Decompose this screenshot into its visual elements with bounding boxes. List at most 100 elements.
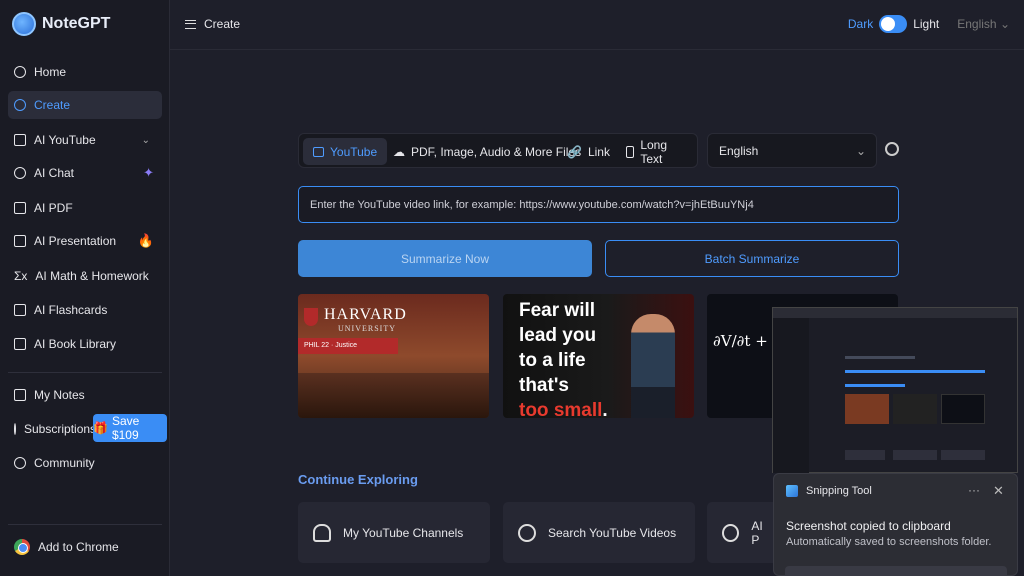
chat-icon <box>14 167 26 179</box>
add-to-chrome-button[interactable]: Add to Chrome <box>8 533 162 561</box>
tab-long-text[interactable]: Long Text <box>616 138 697 166</box>
theme-toggle[interactable] <box>879 15 908 33</box>
language-dropdown[interactable]: English ⌄ <box>957 17 1010 31</box>
sidebar-item-label: Subscriptions <box>24 422 97 436</box>
dollar-icon <box>14 423 16 435</box>
source-tabs: YouTube ☁ PDF, Image, Audio & More Files… <box>298 133 698 168</box>
presentation-icon <box>14 235 26 247</box>
tab-youtube[interactable]: YouTube <box>303 138 388 165</box>
save-badge-label: Save $109 <box>111 414 140 442</box>
sidebar-item-home[interactable]: Home <box>8 58 162 86</box>
sidebar-item-label: AI YouTube <box>34 133 96 147</box>
tab-link[interactable]: 🔗 Link <box>557 138 620 165</box>
book-icon <box>14 338 26 350</box>
top-bar: Create Dark Light English ⌄ <box>170 0 1024 50</box>
batch-summarize-button[interactable]: Batch Summarize <box>605 240 899 277</box>
create-breadcrumb[interactable]: Create <box>185 17 240 31</box>
speaker-image <box>631 314 675 418</box>
sidebar-item-label: AI Flashcards <box>34 303 108 317</box>
sidebar-item-ai-chat[interactable]: AI Chat ✦ <box>8 159 162 187</box>
sidebar-item-ai-book-library[interactable]: AI Book Library <box>8 330 162 358</box>
plus-circle-icon <box>14 99 26 111</box>
cloud-upload-icon: ☁ <box>393 144 405 159</box>
sidebar-item-create[interactable]: Create <box>8 91 162 119</box>
youtube-icon <box>14 134 26 146</box>
preview-row <box>941 450 985 460</box>
logo[interactable]: NoteGPT <box>12 12 110 36</box>
more-options-icon[interactable]: ··· <box>968 483 980 497</box>
notes-icon <box>14 389 26 401</box>
theme-switcher: Dark Light English ⌄ <box>848 15 1010 33</box>
podcast-icon <box>722 523 740 542</box>
thumbnail-title: HARVARD <box>324 306 407 323</box>
example-video-harvard[interactable]: HARVARD UNIVERSITY PHIL 22 · Justice <box>298 294 489 418</box>
sidebar-item-label: AI Math & Homework <box>35 269 149 283</box>
card-label: AI P <box>751 518 763 547</box>
my-youtube-channels-card[interactable]: My YouTube Channels <box>298 502 490 563</box>
screenshot-preview[interactable] <box>772 307 1018 473</box>
sparkle-badge-icon: ✦ <box>143 165 154 180</box>
sigma-icon: Σx <box>14 269 28 283</box>
chevron-down-icon[interactable]: ⌄ <box>142 135 150 146</box>
sidebar-item-community[interactable]: Community <box>8 449 162 477</box>
menu-icon[interactable] <box>185 19 196 29</box>
harvard-shield-icon <box>304 308 318 326</box>
thumbnail-subtitle: UNIVERSITY <box>338 324 396 333</box>
settings-gear-icon[interactable] <box>885 142 899 156</box>
tab-label: Link <box>587 144 610 159</box>
sidebar: NoteGPT Home Create AI YouTube ⌄ AI Chat… <box>0 0 170 576</box>
notification-header: Snipping Tool <box>786 485 872 497</box>
card-label: My YouTube Channels <box>343 525 464 540</box>
preview-row <box>845 370 985 373</box>
ai-podcast-card[interactable]: AI P <box>707 502 773 563</box>
sidebar-item-my-notes[interactable]: My Notes <box>8 381 162 409</box>
preview-row <box>845 356 915 359</box>
sidebar-item-label: Home <box>34 65 67 79</box>
tab-label: PDF, Image, Audio & More Files <box>411 144 582 159</box>
preview-sidebar <box>773 318 809 473</box>
snipping-tool-icon <box>786 485 798 497</box>
quote-red-text: too small <box>519 400 603 418</box>
quote-line: that's <box>519 375 569 396</box>
notegpt-logo-icon <box>12 12 36 36</box>
sidebar-item-ai-presentation[interactable]: AI Presentation 🔥 <box>8 227 162 255</box>
thumbnail-quote: Fear will lead you to a life that's too … <box>519 298 608 418</box>
sidebar-divider <box>8 372 162 373</box>
output-language-select[interactable]: English ⌄ <box>707 133 877 168</box>
chrome-icon <box>14 539 30 555</box>
example-video-fear[interactable]: Fear will lead you to a life that's too … <box>503 294 694 418</box>
sidebar-item-ai-pdf[interactable]: AI PDF <box>8 194 162 222</box>
search-youtube-videos-card[interactable]: Search YouTube Videos <box>503 502 695 563</box>
document-icon <box>626 145 635 158</box>
gift-icon: 🎁 <box>93 421 108 435</box>
preview-titlebar <box>773 308 1017 318</box>
dark-label[interactable]: Dark <box>848 17 873 31</box>
preview-row <box>893 450 937 460</box>
sidebar-item-ai-math[interactable]: Σx AI Math & Homework <box>8 262 162 290</box>
sidebar-item-subscriptions[interactable]: Subscriptions <box>8 415 96 443</box>
quote-line: lead you <box>519 325 597 346</box>
save-badge[interactable]: 🎁 Save $109 <box>93 414 167 442</box>
sidebar-item-ai-flashcards[interactable]: AI Flashcards <box>8 296 162 324</box>
fire-icon: 🔥 <box>137 233 154 248</box>
sidebar-item-ai-youtube[interactable]: AI YouTube ⌄ <box>8 126 162 154</box>
thumbnail-course-label: PHIL 22 · Justice <box>298 338 398 354</box>
snipping-tool-notification[interactable]: Snipping Tool ··· ✕ Screenshot copied to… <box>773 473 1018 576</box>
pdf-icon <box>14 202 26 214</box>
preview-thumb <box>845 394 889 424</box>
tab-label: YouTube <box>330 144 378 159</box>
quote-line-red: too small. <box>519 398 608 418</box>
language-label: English <box>957 17 997 31</box>
sidebar-item-label: Add to Chrome <box>38 540 119 554</box>
close-icon[interactable]: ✕ <box>993 483 1004 499</box>
sidebar-item-label: AI Chat <box>34 166 75 180</box>
summarize-now-button[interactable]: Summarize Now <box>298 240 592 277</box>
play-icon <box>313 146 324 157</box>
notification-action-area[interactable] <box>785 566 1007 576</box>
search-icon <box>518 523 536 542</box>
sidebar-divider <box>8 524 162 525</box>
card-label: Search YouTube Videos <box>548 525 677 540</box>
youtube-url-input[interactable] <box>298 186 899 223</box>
sidebar-item-label: Create <box>34 98 71 112</box>
light-label[interactable]: Light <box>913 17 939 31</box>
